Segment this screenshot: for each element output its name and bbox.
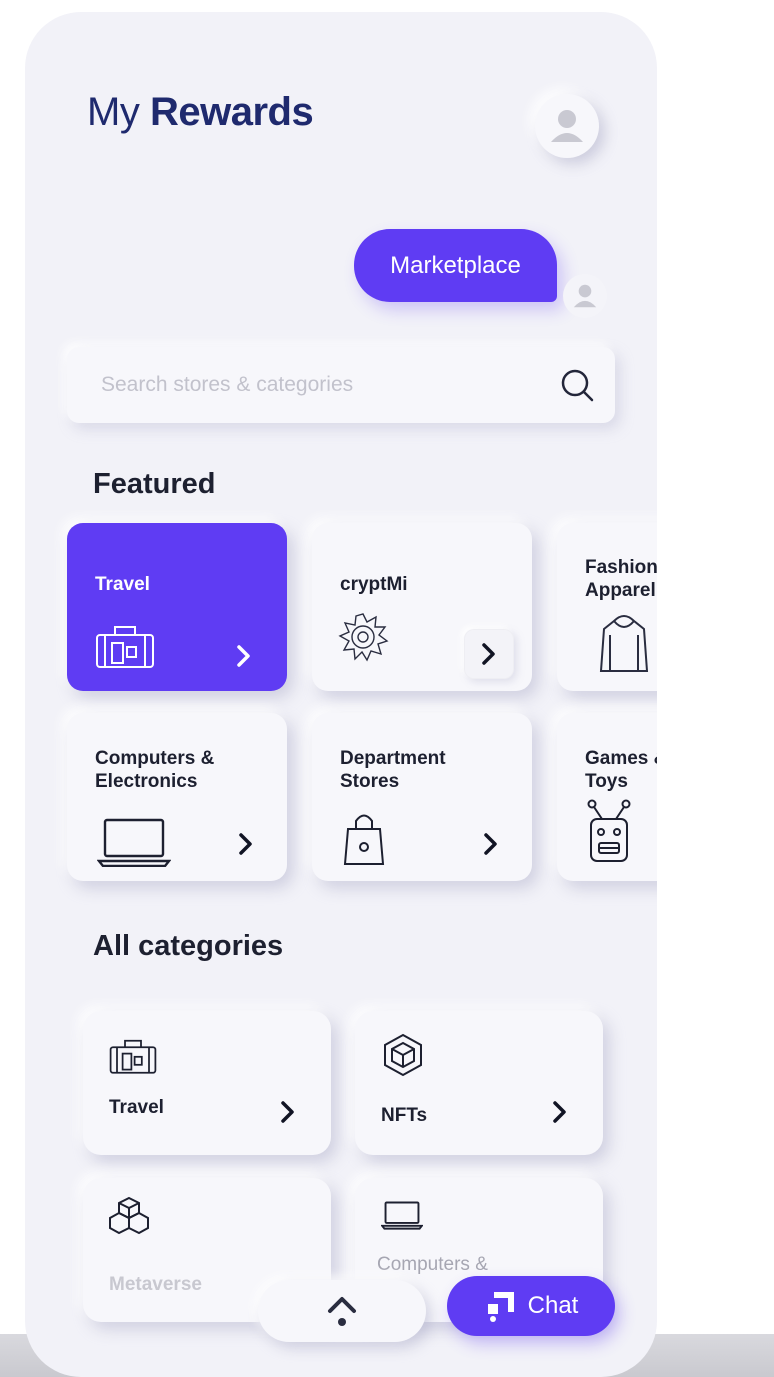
category-label: Computers &: [377, 1254, 488, 1275]
featured-card-label: Department Stores: [340, 747, 446, 793]
featured-card-department[interactable]: Department Stores: [312, 713, 532, 881]
laptop-icon: [381, 1201, 423, 1230]
category-label: Metaverse: [109, 1274, 202, 1295]
chevron-right-icon[interactable]: [464, 629, 514, 679]
chevron-right-icon[interactable]: [221, 819, 271, 869]
featured-card-games[interactable]: Games & Toys: [557, 713, 657, 881]
title-light: My: [87, 90, 140, 134]
featured-card-label: cryptMi: [340, 574, 408, 595]
chat-label: Chat: [527, 1292, 579, 1319]
page-title: My Rewards: [87, 90, 314, 135]
featured-card-travel[interactable]: Travel: [67, 523, 287, 691]
user-icon: [573, 284, 597, 308]
featured-card-label: Travel: [95, 574, 150, 595]
search-bar: [67, 347, 615, 423]
all-categories-heading: All categories: [93, 930, 284, 962]
title-bold: Rewards: [149, 90, 314, 134]
featured-card-label: Fashion & Apparel: [585, 556, 657, 602]
featured-card-computers[interactable]: Computers & Electronics: [67, 713, 287, 881]
suitcase-icon: [109, 1039, 157, 1074]
chevron-right-icon[interactable]: [535, 1087, 585, 1137]
category-card-nfts[interactable]: NFTs: [355, 1011, 603, 1155]
chevron-right-icon[interactable]: [466, 819, 516, 869]
app-screen: My Rewards Marketplace Featured Travel: [25, 12, 657, 1377]
chevron-right-icon[interactable]: [219, 631, 269, 681]
featured-card-label-line2: Toys: [585, 771, 628, 792]
featured-card-label-line1: Department: [340, 748, 446, 769]
marketplace-avatar: [563, 274, 607, 318]
crypto-logo-icon: [338, 613, 389, 662]
category-label: NFTs: [381, 1105, 428, 1126]
user-icon: [551, 110, 583, 142]
category-card-travel[interactable]: Travel: [83, 1011, 331, 1155]
search-icon[interactable]: [557, 365, 597, 405]
shopping-bag-icon: [343, 814, 385, 865]
featured-card-label: Games & Toys: [585, 747, 657, 793]
chevron-right-icon[interactable]: [263, 1087, 313, 1137]
cube-icon: [384, 1033, 422, 1077]
robot-icon: [587, 799, 631, 862]
featured-card-label-line1: Fashion &: [585, 557, 657, 578]
laptop-icon: [97, 818, 171, 867]
chat-button[interactable]: Chat: [447, 1276, 615, 1336]
chevron-up-icon: [328, 1297, 356, 1326]
suitcase-icon: [96, 626, 154, 668]
featured-card-label-line2: Electronics: [95, 771, 198, 792]
featured-card-label-line1: Games &: [585, 748, 657, 769]
hoodie-icon: [599, 615, 649, 672]
featured-card-label-line1: Computers &: [95, 748, 215, 769]
featured-card-label: Computers & Electronics: [95, 747, 214, 793]
search-input[interactable]: [101, 367, 531, 403]
scroll-to-top-button[interactable]: [258, 1280, 426, 1342]
profile-avatar[interactable]: [535, 94, 599, 158]
marketplace-bubble[interactable]: Marketplace: [354, 229, 557, 302]
featured-heading: Featured: [93, 468, 216, 500]
cubes-icon: [109, 1196, 149, 1235]
featured-card-label-line2: Apparel: [585, 580, 656, 601]
chat-icon: [487, 1292, 514, 1322]
featured-card-fashion[interactable]: Fashion & Apparel: [557, 523, 657, 691]
featured-card-cryptmi[interactable]: cryptMi: [312, 523, 532, 691]
category-label: Travel: [109, 1097, 164, 1118]
featured-card-label-line2: Stores: [340, 771, 400, 792]
